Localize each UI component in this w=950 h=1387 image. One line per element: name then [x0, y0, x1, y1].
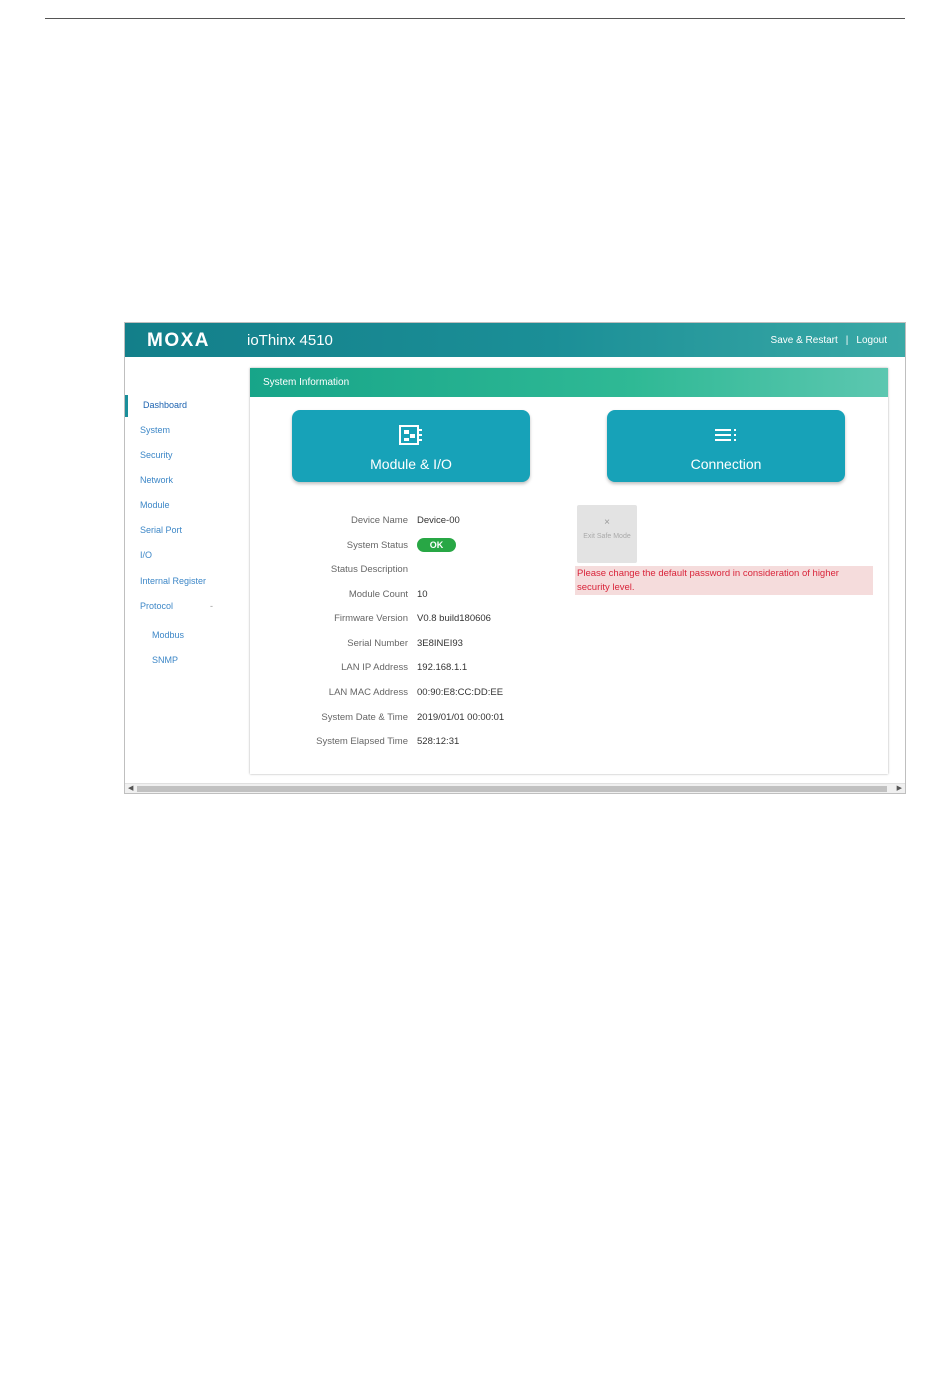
info-value: 192.168.1.1 [417, 662, 468, 673]
moxa-logo: MOXA [147, 331, 210, 349]
info-value: V0.8 build180606 [417, 613, 491, 624]
sidebar-item-module[interactable]: Module [140, 500, 170, 510]
info-row-lan-mac: LAN MAC Address 00:90:E8:CC:DD:EE [250, 687, 580, 701]
module-io-button-label: Module & I/O [370, 456, 452, 472]
sidebar-item-system[interactable]: System [140, 425, 170, 435]
info-label: Serial Number [347, 638, 408, 649]
info-row-device-name: Device Name Device-00 [250, 515, 580, 529]
exit-safe-mode-button[interactable]: × Exit Safe Mode [577, 505, 637, 563]
active-indicator [125, 395, 128, 417]
info-label: LAN MAC Address [328, 687, 408, 698]
collapse-caret-icon: - [210, 601, 213, 611]
connection-button[interactable]: Connection [607, 410, 845, 482]
connection-button-label: Connection [690, 456, 762, 472]
module-chip-icon [292, 424, 530, 446]
info-row-status-description: Status Description [250, 564, 580, 578]
header-separator: | [845, 335, 849, 346]
sidebar-item-network[interactable]: Network [140, 475, 173, 485]
connection-list-icon [607, 424, 845, 446]
logout-link[interactable]: Logout [856, 335, 887, 346]
sidebar-item-serial-port[interactable]: Serial Port [140, 525, 182, 535]
save-restart-link[interactable]: Save & Restart [771, 335, 838, 346]
sidebar: Dashboard System Security Network Module… [125, 357, 240, 782]
system-information-panel: System Information Module & I/O Connecti… [250, 368, 888, 774]
section-header: System Information [250, 368, 888, 397]
info-row-system-status: System Status OK [250, 538, 580, 554]
info-label: Firmware Version [334, 613, 408, 624]
info-row-firmware-version: Firmware Version V0.8 build180606 [250, 613, 580, 627]
info-value: 528:12:31 [417, 736, 460, 747]
info-row-lan-ip: LAN IP Address 192.168.1.1 [250, 662, 580, 676]
svg-text:MOXA: MOXA [147, 331, 210, 349]
password-warning: Please change the default password in co… [575, 566, 873, 595]
info-row-system-datetime: System Date & Time 2019/01/01 00:00:01 [250, 712, 580, 726]
info-label: Status Description [330, 564, 408, 575]
info-row-module-count: Module Count 10 [250, 589, 580, 603]
sidebar-item-security[interactable]: Security [140, 450, 173, 460]
sidebar-item-snmp[interactable]: SNMP [152, 655, 178, 665]
section-title: System Information [263, 377, 350, 388]
close-icon: × [604, 517, 610, 528]
browser-frame: MOXA ioThinx 4510 Save & Restart | Logou… [124, 322, 906, 794]
status-badge: OK [417, 538, 456, 552]
info-label: Module Count [348, 589, 408, 600]
scroll-left-arrow-icon[interactable]: ◀ [128, 784, 133, 793]
header-actions: Save & Restart | Logout [771, 335, 887, 346]
product-name: ioThinx 4510 [247, 332, 333, 349]
scrollbar-thumb[interactable] [137, 786, 887, 792]
sidebar-item-protocol[interactable]: Protocol - [140, 601, 240, 611]
sidebar-item-internal-register[interactable]: Internal Register [140, 576, 206, 586]
module-io-button[interactable]: Module & I/O [292, 410, 530, 482]
info-value: 3E8INEI93 [417, 638, 463, 649]
info-value: Device-00 [417, 515, 460, 526]
sidebar-item-io[interactable]: I/O [140, 550, 152, 560]
info-value: 2019/01/01 00:00:01 [417, 712, 505, 723]
info-label: System Status [346, 540, 408, 551]
sidebar-item-modbus[interactable]: Modbus [152, 630, 184, 640]
exit-safe-mode-label: Exit Safe Mode [583, 533, 631, 540]
info-label: LAN IP Address [341, 662, 408, 673]
info-label: Device Name [350, 515, 408, 526]
page-top-rule [45, 18, 905, 19]
info-row-serial-number: Serial Number 3E8INEI93 [250, 638, 580, 652]
horizontal-scrollbar[interactable]: ◀ ▶ [125, 783, 905, 793]
info-label: System Elapsed Time [316, 736, 408, 747]
info-label: System Date & Time [321, 712, 408, 723]
info-value: 00:90:E8:CC:DD:EE [417, 687, 504, 698]
sidebar-item-dashboard[interactable]: Dashboard [143, 400, 187, 410]
info-row-elapsed-time: System Elapsed Time 528:12:31 [250, 736, 580, 750]
header-bar: MOXA ioThinx 4510 Save & Restart | Logou… [125, 323, 905, 357]
info-value: 10 [417, 589, 428, 600]
scroll-right-arrow-icon[interactable]: ▶ [897, 784, 902, 793]
sidebar-item-protocol-label: Protocol [140, 601, 174, 611]
